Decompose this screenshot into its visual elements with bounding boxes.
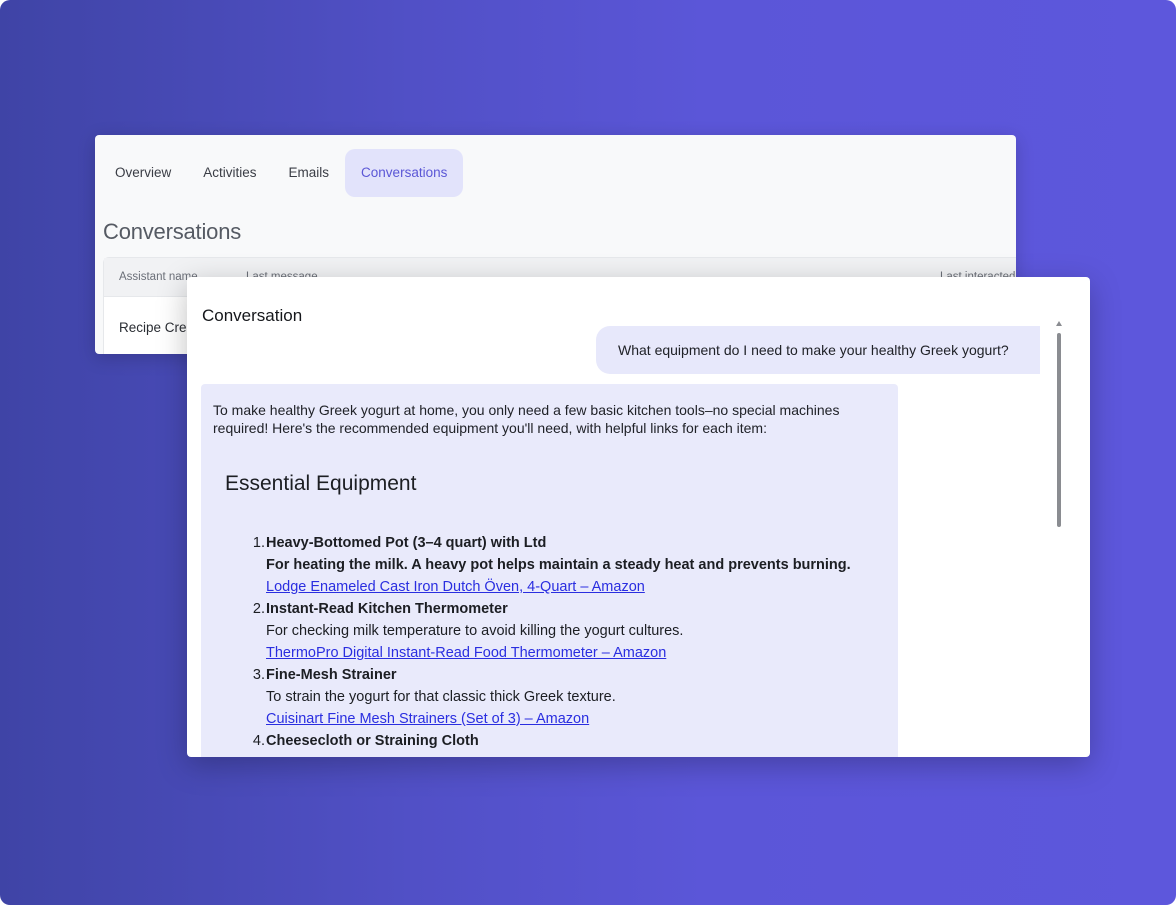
user-message-bubble: What equipment do I need to make your he… xyxy=(596,326,1040,374)
list-number: 3. xyxy=(252,667,265,683)
tab-emails[interactable]: Emails xyxy=(273,149,346,197)
page-background: Overview Activities Emails Conversations… xyxy=(0,0,1176,905)
equipment-heading: Essential Equipment xyxy=(225,472,417,495)
item-name: Instant-Read Kitchen Thermometer xyxy=(266,601,508,617)
assistant-message-bubble: To make healthy Greek yogurt at home, yo… xyxy=(201,384,898,757)
equipment-list: 1. Heavy-Bottomed Pot (3–4 quart) with L… xyxy=(245,532,885,752)
list-number: 2. xyxy=(252,601,265,617)
scroll-thumb[interactable] xyxy=(1057,333,1061,527)
list-item: 1. Heavy-Bottomed Pot (3–4 quart) with L… xyxy=(245,532,885,598)
list-number: 4. xyxy=(252,733,265,749)
user-message-text: What equipment do I need to make your he… xyxy=(618,342,1009,358)
tab-bar: Overview Activities Emails Conversations xyxy=(99,149,464,197)
item-description: To strain the yogurt for that classic th… xyxy=(266,689,616,705)
item-name: Heavy-Bottomed Pot (3–4 quart) with Ltd xyxy=(266,535,547,551)
section-title: Conversations xyxy=(103,219,242,244)
list-item: 2. Instant-Read Kitchen Thermometer For … xyxy=(245,598,885,664)
item-description: For heating the milk. A heavy pot helps … xyxy=(266,557,851,573)
list-number: 1. xyxy=(252,535,265,551)
scroll-up-icon[interactable] xyxy=(1056,321,1062,326)
list-item: 3. Fine-Mesh Strainer To strain the yogu… xyxy=(245,664,885,730)
assistant-intro-text: To make healthy Greek yogurt at home, yo… xyxy=(213,402,840,436)
tab-conversations[interactable]: Conversations xyxy=(345,149,464,197)
conversation-modal: Conversation What equipment do I need to… xyxy=(187,277,1090,757)
modal-title: Conversation xyxy=(202,306,303,325)
scrollbar[interactable] xyxy=(1056,321,1062,527)
table-row[interactable]: Recipe Cre xyxy=(119,320,187,335)
list-item: 4. Cheesecloth or Straining Cloth xyxy=(245,730,885,752)
tab-activities[interactable]: Activities xyxy=(187,149,272,197)
item-description: For checking milk temperature to avoid k… xyxy=(266,623,684,639)
item-link[interactable]: Lodge Enameled Cast Iron Dutch Öven, 4-Q… xyxy=(266,576,885,598)
item-name: Cheesecloth or Straining Cloth xyxy=(266,733,479,749)
item-name: Fine-Mesh Strainer xyxy=(266,667,397,683)
column-header-assistant[interactable]: Assistant name xyxy=(119,271,198,283)
item-link[interactable]: Cuisinart Fine Mesh Strainers (Set of 3)… xyxy=(266,708,885,730)
item-link[interactable]: ThermoPro Digital Instant-Read Food Ther… xyxy=(266,642,885,664)
tab-overview[interactable]: Overview xyxy=(99,149,187,197)
